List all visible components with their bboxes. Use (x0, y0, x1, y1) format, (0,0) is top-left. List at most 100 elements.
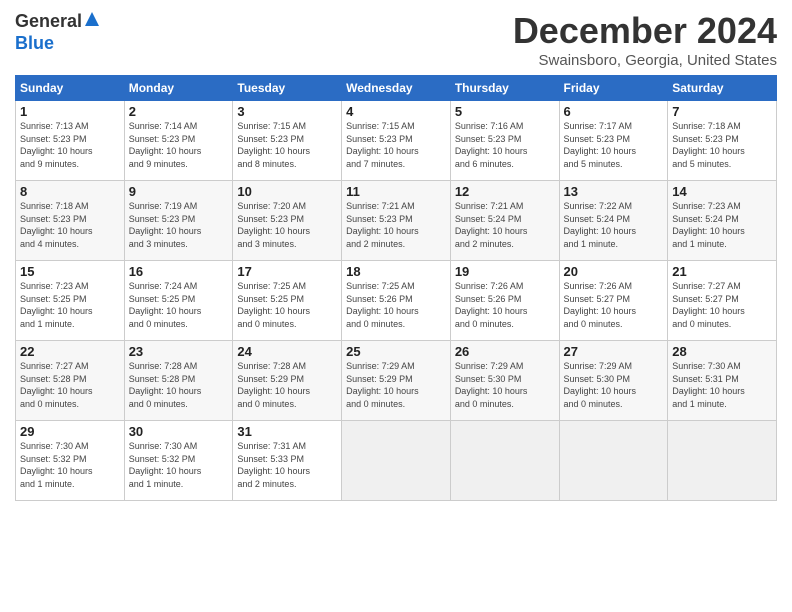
day-info: Sunrise: 7:22 AMSunset: 5:24 PMDaylight:… (564, 200, 664, 250)
day-info: Sunrise: 7:15 AMSunset: 5:23 PMDaylight:… (237, 120, 337, 170)
day-number: 22 (20, 344, 120, 359)
col-header-thursday: Thursday (450, 76, 559, 101)
calendar-cell: 15Sunrise: 7:23 AMSunset: 5:25 PMDayligh… (16, 261, 125, 341)
logo-general: General (15, 11, 82, 32)
calendar-cell: 20Sunrise: 7:26 AMSunset: 5:27 PMDayligh… (559, 261, 668, 341)
day-number: 30 (129, 424, 229, 439)
calendar-table: SundayMondayTuesdayWednesdayThursdayFrid… (15, 75, 777, 501)
day-info: Sunrise: 7:16 AMSunset: 5:23 PMDaylight:… (455, 120, 555, 170)
day-info: Sunrise: 7:29 AMSunset: 5:30 PMDaylight:… (455, 360, 555, 410)
month-title: December 2024 (513, 10, 777, 52)
calendar-row: 22Sunrise: 7:27 AMSunset: 5:28 PMDayligh… (16, 341, 777, 421)
calendar-cell: 13Sunrise: 7:22 AMSunset: 5:24 PMDayligh… (559, 181, 668, 261)
calendar-row: 29Sunrise: 7:30 AMSunset: 5:32 PMDayligh… (16, 421, 777, 501)
calendar-cell: 8Sunrise: 7:18 AMSunset: 5:23 PMDaylight… (16, 181, 125, 261)
calendar-cell: 12Sunrise: 7:21 AMSunset: 5:24 PMDayligh… (450, 181, 559, 261)
day-number: 1 (20, 104, 120, 119)
calendar-cell (559, 421, 668, 501)
location-title: Swainsboro, Georgia, United States (513, 52, 777, 69)
day-number: 8 (20, 184, 120, 199)
day-info: Sunrise: 7:30 AMSunset: 5:31 PMDaylight:… (672, 360, 772, 410)
calendar-cell: 23Sunrise: 7:28 AMSunset: 5:28 PMDayligh… (124, 341, 233, 421)
calendar-row: 1Sunrise: 7:13 AMSunset: 5:23 PMDaylight… (16, 101, 777, 181)
calendar-cell: 9Sunrise: 7:19 AMSunset: 5:23 PMDaylight… (124, 181, 233, 261)
page-container: General Blue December 2024 Swainsboro, G… (0, 0, 792, 511)
header-row: SundayMondayTuesdayWednesdayThursdayFrid… (16, 76, 777, 101)
col-header-monday: Monday (124, 76, 233, 101)
calendar-cell: 24Sunrise: 7:28 AMSunset: 5:29 PMDayligh… (233, 341, 342, 421)
day-number: 17 (237, 264, 337, 279)
day-info: Sunrise: 7:25 AMSunset: 5:25 PMDaylight:… (237, 280, 337, 330)
logo-icon (83, 10, 101, 28)
day-number: 28 (672, 344, 772, 359)
day-number: 5 (455, 104, 555, 119)
calendar-cell: 21Sunrise: 7:27 AMSunset: 5:27 PMDayligh… (668, 261, 777, 341)
logo: General Blue (15, 10, 101, 54)
day-number: 12 (455, 184, 555, 199)
day-info: Sunrise: 7:18 AMSunset: 5:23 PMDaylight:… (20, 200, 120, 250)
day-info: Sunrise: 7:23 AMSunset: 5:25 PMDaylight:… (20, 280, 120, 330)
day-info: Sunrise: 7:18 AMSunset: 5:23 PMDaylight:… (672, 120, 772, 170)
day-info: Sunrise: 7:19 AMSunset: 5:23 PMDaylight:… (129, 200, 229, 250)
calendar-cell: 14Sunrise: 7:23 AMSunset: 5:24 PMDayligh… (668, 181, 777, 261)
calendar-cell: 1Sunrise: 7:13 AMSunset: 5:23 PMDaylight… (16, 101, 125, 181)
calendar-cell (342, 421, 451, 501)
day-number: 31 (237, 424, 337, 439)
calendar-cell: 5Sunrise: 7:16 AMSunset: 5:23 PMDaylight… (450, 101, 559, 181)
day-info: Sunrise: 7:20 AMSunset: 5:23 PMDaylight:… (237, 200, 337, 250)
calendar-row: 15Sunrise: 7:23 AMSunset: 5:25 PMDayligh… (16, 261, 777, 341)
calendar-cell: 22Sunrise: 7:27 AMSunset: 5:28 PMDayligh… (16, 341, 125, 421)
day-info: Sunrise: 7:29 AMSunset: 5:30 PMDaylight:… (564, 360, 664, 410)
day-number: 7 (672, 104, 772, 119)
day-info: Sunrise: 7:23 AMSunset: 5:24 PMDaylight:… (672, 200, 772, 250)
calendar-row: 8Sunrise: 7:18 AMSunset: 5:23 PMDaylight… (16, 181, 777, 261)
day-info: Sunrise: 7:29 AMSunset: 5:29 PMDaylight:… (346, 360, 446, 410)
calendar-cell: 11Sunrise: 7:21 AMSunset: 5:23 PMDayligh… (342, 181, 451, 261)
day-info: Sunrise: 7:21 AMSunset: 5:23 PMDaylight:… (346, 200, 446, 250)
calendar-cell: 16Sunrise: 7:24 AMSunset: 5:25 PMDayligh… (124, 261, 233, 341)
day-number: 13 (564, 184, 664, 199)
day-info: Sunrise: 7:28 AMSunset: 5:28 PMDaylight:… (129, 360, 229, 410)
calendar-cell: 28Sunrise: 7:30 AMSunset: 5:31 PMDayligh… (668, 341, 777, 421)
header: General Blue December 2024 Swainsboro, G… (15, 10, 777, 69)
calendar-cell: 29Sunrise: 7:30 AMSunset: 5:32 PMDayligh… (16, 421, 125, 501)
calendar-cell: 31Sunrise: 7:31 AMSunset: 5:33 PMDayligh… (233, 421, 342, 501)
day-info: Sunrise: 7:26 AMSunset: 5:27 PMDaylight:… (564, 280, 664, 330)
logo-blue: Blue (15, 33, 54, 53)
day-number: 3 (237, 104, 337, 119)
day-number: 21 (672, 264, 772, 279)
day-number: 15 (20, 264, 120, 279)
day-number: 25 (346, 344, 446, 359)
day-info: Sunrise: 7:17 AMSunset: 5:23 PMDaylight:… (564, 120, 664, 170)
calendar-cell: 18Sunrise: 7:25 AMSunset: 5:26 PMDayligh… (342, 261, 451, 341)
calendar-cell: 26Sunrise: 7:29 AMSunset: 5:30 PMDayligh… (450, 341, 559, 421)
calendar-cell: 4Sunrise: 7:15 AMSunset: 5:23 PMDaylight… (342, 101, 451, 181)
day-number: 18 (346, 264, 446, 279)
col-header-wednesday: Wednesday (342, 76, 451, 101)
day-number: 14 (672, 184, 772, 199)
day-number: 20 (564, 264, 664, 279)
day-info: Sunrise: 7:28 AMSunset: 5:29 PMDaylight:… (237, 360, 337, 410)
day-info: Sunrise: 7:15 AMSunset: 5:23 PMDaylight:… (346, 120, 446, 170)
col-header-tuesday: Tuesday (233, 76, 342, 101)
day-info: Sunrise: 7:13 AMSunset: 5:23 PMDaylight:… (20, 120, 120, 170)
day-number: 2 (129, 104, 229, 119)
calendar-cell: 19Sunrise: 7:26 AMSunset: 5:26 PMDayligh… (450, 261, 559, 341)
col-header-sunday: Sunday (16, 76, 125, 101)
day-number: 16 (129, 264, 229, 279)
day-number: 9 (129, 184, 229, 199)
title-section: December 2024 Swainsboro, Georgia, Unite… (513, 10, 777, 69)
day-number: 23 (129, 344, 229, 359)
day-info: Sunrise: 7:30 AMSunset: 5:32 PMDaylight:… (129, 440, 229, 490)
calendar-cell: 6Sunrise: 7:17 AMSunset: 5:23 PMDaylight… (559, 101, 668, 181)
day-number: 11 (346, 184, 446, 199)
col-header-friday: Friday (559, 76, 668, 101)
day-info: Sunrise: 7:30 AMSunset: 5:32 PMDaylight:… (20, 440, 120, 490)
calendar-cell: 25Sunrise: 7:29 AMSunset: 5:29 PMDayligh… (342, 341, 451, 421)
day-number: 29 (20, 424, 120, 439)
calendar-cell: 10Sunrise: 7:20 AMSunset: 5:23 PMDayligh… (233, 181, 342, 261)
calendar-cell (668, 421, 777, 501)
day-number: 10 (237, 184, 337, 199)
day-number: 4 (346, 104, 446, 119)
day-info: Sunrise: 7:21 AMSunset: 5:24 PMDaylight:… (455, 200, 555, 250)
